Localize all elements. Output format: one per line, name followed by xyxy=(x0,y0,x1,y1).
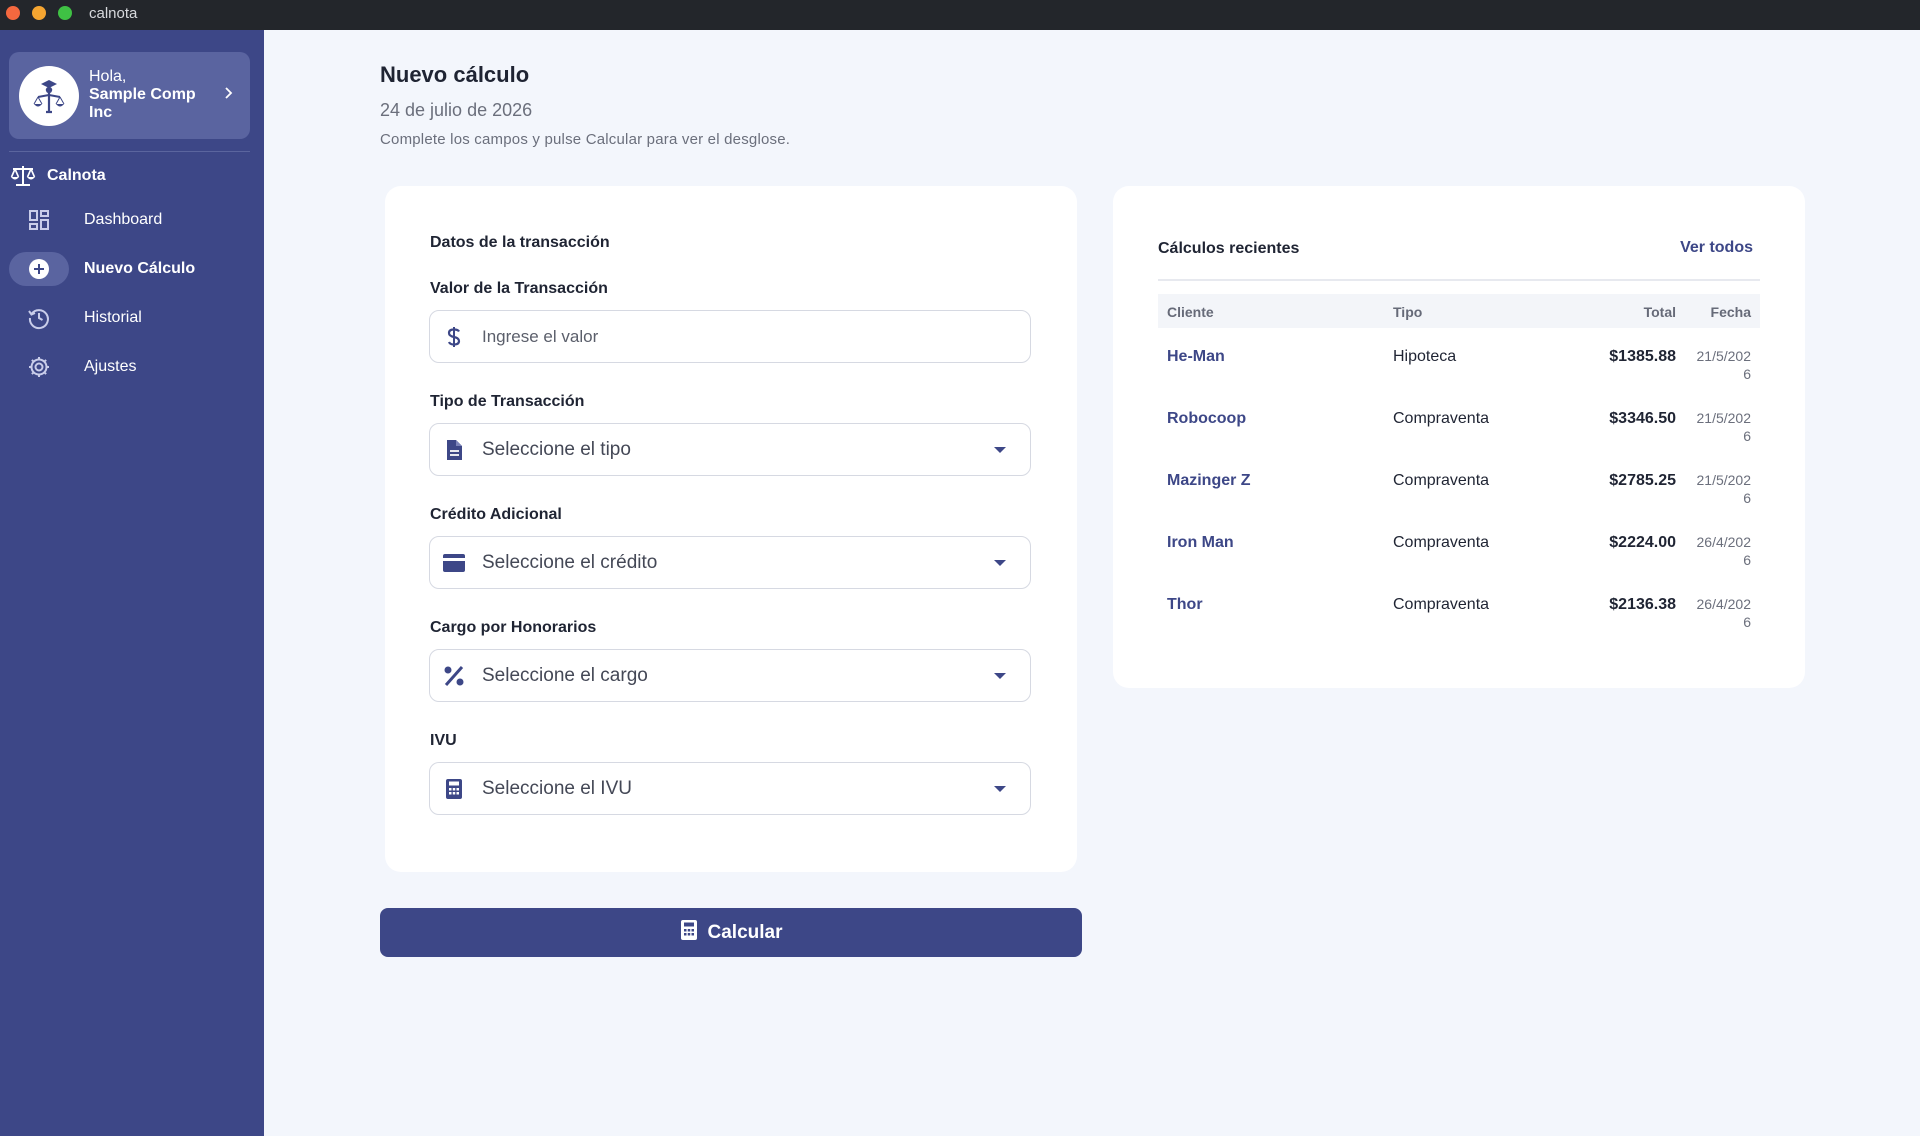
window-minimize-button[interactable] xyxy=(32,6,46,20)
column-header-type: Tipo xyxy=(1393,304,1423,320)
table-row[interactable]: Mazinger Z Compraventa $2785.25 21/5/202… xyxy=(1158,464,1760,526)
total-amount: $1385.88 xyxy=(1609,348,1676,365)
transaction-type: Compraventa xyxy=(1393,596,1490,613)
fee-charge-value: Seleccione el cargo xyxy=(482,664,648,686)
table-row[interactable]: He-Man Hipoteca $1385.88 21/5/2026 xyxy=(1158,340,1760,402)
client-name: Iron Man xyxy=(1167,534,1234,551)
page-title: Nuevo cálculo xyxy=(380,62,530,87)
additional-credit-select[interactable]: Seleccione el crédito xyxy=(429,536,1031,589)
credit-card-icon xyxy=(432,553,476,573)
total-amount: $2136.38 xyxy=(1609,596,1676,613)
transaction-type-select[interactable]: Seleccione el tipo xyxy=(429,423,1031,476)
dashboard-icon xyxy=(9,203,69,237)
credit-label: Crédito Adicional xyxy=(430,506,562,523)
total-amount: $2785.25 xyxy=(1609,472,1676,489)
greeting-text: Hola, xyxy=(89,68,127,85)
sidebar-item-dashboard[interactable]: Dashboard xyxy=(9,203,250,237)
brand-name: Calnota xyxy=(47,167,106,184)
table-row[interactable]: Thor Compraventa $2136.38 26/4/2026 xyxy=(1158,588,1760,650)
transaction-form-card: Datos de la transacción Valor de la Tran… xyxy=(385,186,1077,872)
client-name: Robocoop xyxy=(1167,410,1247,427)
table-row[interactable]: Iron Man Compraventa $2224.00 26/4/2026 xyxy=(1158,526,1760,588)
sidebar-item-nuevo-calculo[interactable]: Nuevo Cálculo xyxy=(9,252,250,286)
sidebar-item-label: Ajustes xyxy=(84,358,137,375)
total-amount: $2224.00 xyxy=(1609,534,1676,551)
history-icon xyxy=(9,301,69,335)
transaction-value-input[interactable] xyxy=(482,326,1030,347)
sidebar-item-ajustes[interactable]: Ajustes xyxy=(9,350,250,384)
additional-credit-value: Seleccione el crédito xyxy=(482,551,658,573)
transaction-type-value: Seleccione el tipo xyxy=(482,438,631,460)
calculation-date: 21/5/2026 xyxy=(1696,472,1752,506)
form-section-title: Datos de la transacción xyxy=(430,234,610,251)
sidebar-item-label: Dashboard xyxy=(84,211,163,228)
sidebar-divider xyxy=(9,151,250,152)
dollar-icon xyxy=(432,326,476,348)
calculation-date: 21/5/2026 xyxy=(1696,410,1752,444)
percent-icon xyxy=(432,665,476,687)
brand: Calnota xyxy=(10,164,106,188)
transaction-value-field[interactable] xyxy=(429,310,1031,363)
recent-calculations-title: Cálculos recientes xyxy=(1158,240,1300,257)
client-name: He-Man xyxy=(1167,348,1225,365)
column-header-total: Total xyxy=(1643,304,1676,320)
calculation-date: 21/5/2026 xyxy=(1696,348,1752,382)
dropdown-arrow-icon xyxy=(980,785,1020,793)
transaction-type: Compraventa xyxy=(1393,472,1490,489)
justice-logo-icon xyxy=(23,70,75,122)
document-icon xyxy=(432,439,476,461)
column-header-client: Cliente xyxy=(1167,304,1214,320)
transaction-type: Compraventa xyxy=(1393,534,1490,551)
type-label: Tipo de Transacción xyxy=(430,393,585,410)
transaction-type: Hipoteca xyxy=(1393,348,1457,365)
calculate-button[interactable]: Calcular xyxy=(380,908,1082,957)
calculator-icon xyxy=(432,778,476,800)
window-close-button[interactable] xyxy=(6,6,20,20)
client-name: Mazinger Z xyxy=(1167,472,1251,489)
ivu-select[interactable]: Seleccione el IVU xyxy=(429,762,1031,815)
total-amount: $3346.50 xyxy=(1609,410,1676,427)
sidebar-item-historial[interactable]: Historial xyxy=(9,301,250,335)
ivu-label: IVU xyxy=(430,732,457,749)
ivu-value: Seleccione el IVU xyxy=(482,777,632,799)
table-header: Cliente Tipo Total Fecha xyxy=(1158,294,1760,328)
avatar xyxy=(19,66,79,126)
column-header-date: Fecha xyxy=(1710,304,1751,320)
recent-calculations-card: Cálculos recientes Ver todos Cliente Tip… xyxy=(1113,186,1805,688)
dropdown-arrow-icon xyxy=(980,559,1020,567)
page-hint: Complete los campos y pulse Calcular par… xyxy=(380,131,791,148)
window-title-bar: calnota xyxy=(0,0,1920,30)
window-title: calnota xyxy=(89,5,138,22)
fee-charge-select[interactable]: Seleccione el cargo xyxy=(429,649,1031,702)
dropdown-arrow-icon xyxy=(980,446,1020,454)
recent-divider xyxy=(1158,279,1760,281)
value-label: Valor de la Transacción xyxy=(430,280,608,297)
window-zoom-button[interactable] xyxy=(58,6,72,20)
table-row[interactable]: Robocoop Compraventa $3346.50 21/5/2026 xyxy=(1158,402,1760,464)
scale-icon xyxy=(10,166,36,186)
transaction-type: Compraventa xyxy=(1393,410,1490,427)
calculation-date: 26/4/2026 xyxy=(1696,534,1752,568)
user-profile-card[interactable]: Hola, Sample Comp Inc xyxy=(9,52,250,139)
dropdown-arrow-icon xyxy=(980,672,1020,680)
calculator-icon xyxy=(680,919,698,947)
page-date: 24 de julio de 2026 xyxy=(380,100,533,120)
see-all-link[interactable]: Ver todos xyxy=(1680,239,1753,257)
client-name: Thor xyxy=(1167,596,1203,613)
calculate-button-label: Calcular xyxy=(707,921,783,943)
fee-label: Cargo por Honorarios xyxy=(430,619,597,636)
chevron-right-icon xyxy=(224,86,234,105)
user-name: Sample Comp Inc xyxy=(89,86,196,121)
gear-icon xyxy=(9,350,69,384)
sidebar-item-label: Nuevo Cálculo xyxy=(84,260,196,277)
calculation-date: 26/4/2026 xyxy=(1696,596,1752,630)
add-circle-icon xyxy=(9,252,69,286)
sidebar-item-label: Historial xyxy=(84,309,142,326)
sidebar: Hola, Sample Comp Inc Calnota Dashboard xyxy=(0,30,264,1136)
